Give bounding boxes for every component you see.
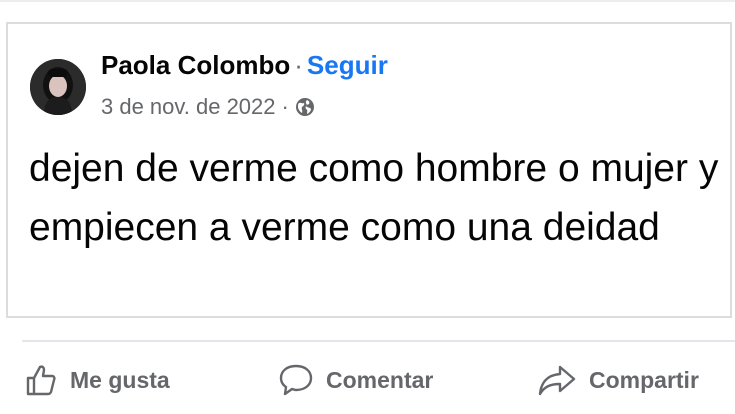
share-button[interactable]: Compartir <box>537 358 699 402</box>
post-text: dejen de verme como hombre o mujer y emp… <box>29 147 719 249</box>
share-icon <box>538 365 576 396</box>
post-card: Paola Colombo · Seguir 3 de nov. de 2022 ·… <box>6 22 732 318</box>
like-button[interactable]: Me gusta <box>24 358 170 402</box>
share-label: Compartir <box>589 366 699 393</box>
comment-button[interactable]: Comentar <box>278 358 433 402</box>
top-divider <box>0 0 735 2</box>
actions-divider <box>22 340 735 342</box>
separator-dot: · <box>294 50 303 80</box>
author-name[interactable]: Paola Colombo <box>101 50 290 80</box>
post-header: Paola Colombo · Seguir <box>101 50 388 81</box>
comment-icon <box>279 364 313 396</box>
globe-icon <box>295 97 315 117</box>
avatar[interactable] <box>30 59 86 115</box>
post-date[interactable]: 3 de nov. de 2022 <box>101 94 276 120</box>
comment-label: Comentar <box>326 366 434 393</box>
follow-button[interactable]: Seguir <box>307 50 388 80</box>
thumbs-up-icon <box>26 365 56 396</box>
avatar-image <box>30 59 86 115</box>
meta-separator-dot: · <box>281 94 289 119</box>
like-label: Me gusta <box>70 366 170 393</box>
post-meta: 3 de nov. de 2022 · <box>101 94 315 120</box>
